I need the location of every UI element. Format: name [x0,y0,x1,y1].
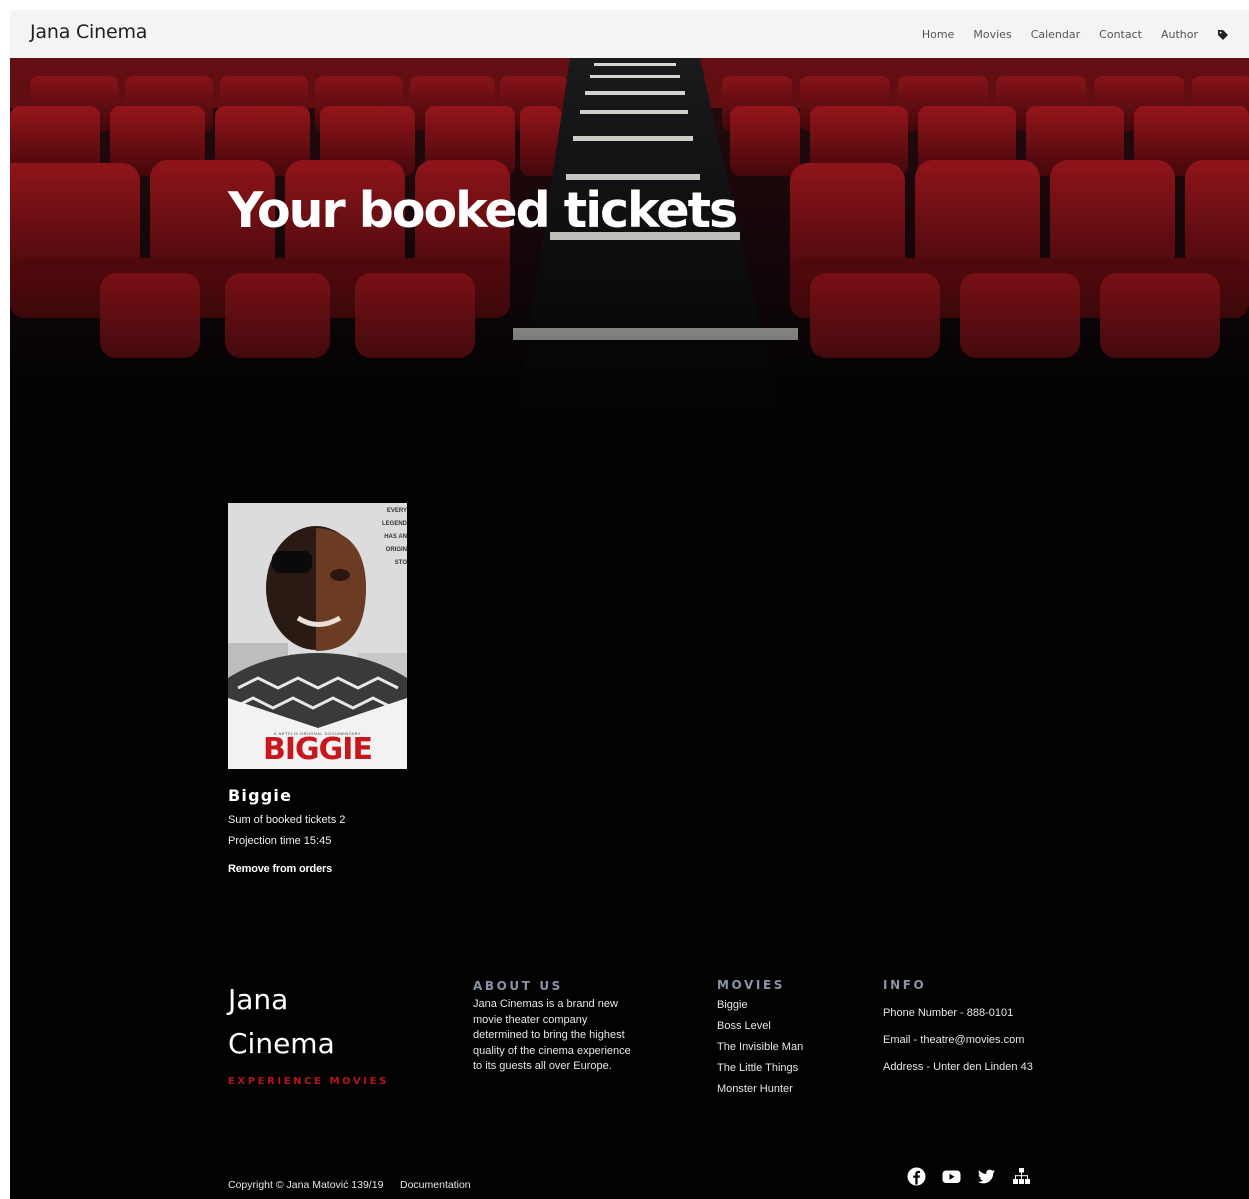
nav-link-home[interactable]: Home [922,28,954,41]
footer-movie-link[interactable]: The Little Things [717,1063,857,1074]
movies-heading: MOVIES [717,978,786,992]
social-links [907,1167,1031,1186]
footer-movie-link[interactable]: Biggie [717,1000,857,1011]
documentation-link[interactable]: Documentation [400,1179,471,1191]
about-text: Jana Cinemas is a brand new movie theate… [473,998,631,1073]
movie-poster[interactable]: EVERY LEGEND HAS AN ORIGIN STO A NETFLIX… [228,503,407,769]
twitter-icon[interactable] [977,1167,996,1186]
footer-movie-link[interactable]: Boss Level [717,1021,857,1032]
remove-from-orders-button[interactable]: Remove from orders [228,863,408,875]
footer-about: ABOUT US Jana Cinemas is a brand new mov… [473,979,638,1075]
nav-link-calendar[interactable]: Calendar [1031,28,1080,41]
ticket-card: EVERY LEGEND HAS AN ORIGIN STO A NETFLIX… [228,503,408,875]
sitemap-icon[interactable] [1012,1167,1031,1186]
projection-time: Projection time 15:45 [228,835,332,847]
tag-icon[interactable] [1217,28,1229,40]
footer-movies: MOVIES Biggie Boss Level The Invisible M… [717,978,857,1095]
youtube-icon[interactable] [942,1167,961,1186]
footer-slogan: EXPERIENCE MOVIES [228,1076,389,1087]
info-phone: Phone Number - 888-0101 [883,1007,1014,1019]
facebook-icon[interactable] [907,1167,926,1186]
copyright-text: Copyright © Jana Matović 139/19 [228,1179,384,1191]
ticket-count: Sum of booked tickets 2 [228,814,346,826]
footer-movie-link[interactable]: The Invisible Man [717,1042,857,1053]
info-email: Email - theatre@movies.com [883,1034,1025,1046]
page-title: Your booked tickets [228,182,738,239]
info-heading: INFO [883,978,927,992]
theater-seats-illustration [10,58,1249,458]
footer-movie-link[interactable]: Monster Hunter [717,1084,857,1095]
nav-link-author[interactable]: Author [1161,28,1198,41]
page: Jana Cinema Home Movies Calendar Contact… [10,10,1249,1199]
about-heading: ABOUT US [473,979,563,993]
nav-link-contact[interactable]: Contact [1099,28,1142,41]
poster-tagline: EVERY LEGEND HAS AN ORIGIN STO [381,508,407,566]
footer-info: INFO Phone Number - 888-0101 Email - the… [883,978,1103,1073]
brand-logo[interactable]: Jana Cinema [30,21,147,43]
nav-links: Home Movies Calendar Contact Author [922,10,1229,58]
navbar: Jana Cinema Home Movies Calendar Contact… [10,10,1249,58]
poster-title: BIGGIE [263,732,373,767]
nav-link-movies[interactable]: Movies [973,28,1011,41]
footer-brand: Jana Cinema [228,983,335,1060]
info-address: Address - Unter den Linden 43 [883,1061,1033,1073]
hero-banner: Your booked tickets [10,58,1249,458]
movie-title: Biggie [228,786,293,805]
